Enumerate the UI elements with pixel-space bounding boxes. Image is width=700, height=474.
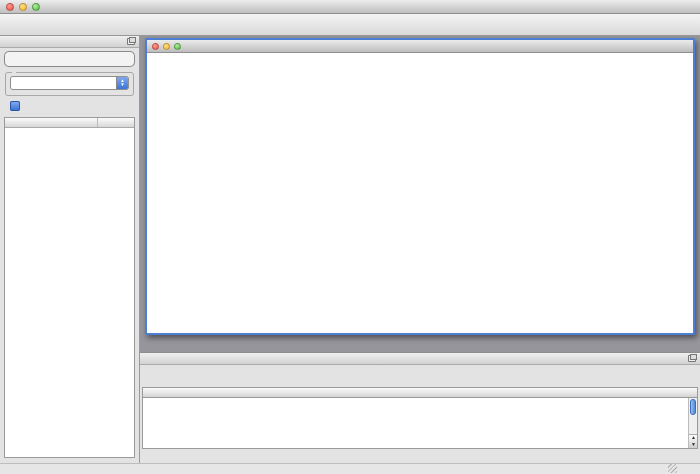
attribute-table-header bbox=[143, 388, 697, 398]
control-panel-tabs bbox=[4, 51, 135, 67]
traffic-lights bbox=[6, 3, 40, 11]
cytoscape-app: ▲▼ bbox=[0, 0, 700, 474]
background-windows[interactable] bbox=[140, 335, 700, 352]
node-color-dropdown[interactable]: ▲▼ bbox=[10, 76, 129, 90]
close-icon[interactable] bbox=[6, 3, 14, 11]
scrollbar-arrows-icon[interactable]: ▲▼ bbox=[689, 434, 698, 448]
network-canvas[interactable] bbox=[147, 53, 693, 333]
control-panel-header bbox=[0, 36, 139, 48]
view-traffic-lights bbox=[152, 43, 181, 50]
float-panel-icon[interactable] bbox=[127, 38, 135, 45]
tree-col-nodes[interactable] bbox=[98, 118, 134, 127]
float-data-panel-icon[interactable] bbox=[688, 355, 696, 362]
attribute-browser-tabs bbox=[140, 449, 700, 463]
zoom-window-icon[interactable] bbox=[32, 3, 40, 11]
network-view-titlebar[interactable] bbox=[147, 40, 693, 53]
checkbox-icon[interactable] bbox=[10, 101, 20, 111]
data-panel-header bbox=[140, 353, 700, 365]
data-panel: ▲▼ bbox=[140, 352, 700, 463]
network-view-window[interactable] bbox=[145, 38, 695, 335]
scrollbar-thumb[interactable] bbox=[690, 399, 696, 415]
dropdown-stepper-icon[interactable]: ▲▼ bbox=[116, 77, 128, 89]
status-bar bbox=[0, 463, 700, 474]
minimize-icon[interactable] bbox=[19, 3, 27, 11]
tree-col-network[interactable] bbox=[5, 118, 98, 127]
table-scrollbar[interactable]: ▲▼ bbox=[688, 398, 697, 448]
resize-grip[interactable] bbox=[668, 464, 677, 473]
network-desktop bbox=[140, 36, 700, 352]
control-panel: ▲▼ bbox=[0, 36, 140, 463]
attribute-table: ▲▼ bbox=[142, 387, 698, 449]
data-panel-toolbar bbox=[140, 365, 700, 387]
view-minimize-icon[interactable] bbox=[163, 43, 170, 50]
node-color-selection-group: ▲▼ bbox=[5, 72, 134, 96]
tree-header bbox=[5, 118, 134, 128]
select-nodes-checkbox[interactable] bbox=[10, 101, 139, 111]
main-toolbar bbox=[0, 14, 700, 36]
view-zoom-icon[interactable] bbox=[174, 43, 181, 50]
window-titlebar[interactable] bbox=[0, 0, 700, 14]
view-close-icon[interactable] bbox=[152, 43, 159, 50]
network-tree bbox=[4, 117, 135, 458]
